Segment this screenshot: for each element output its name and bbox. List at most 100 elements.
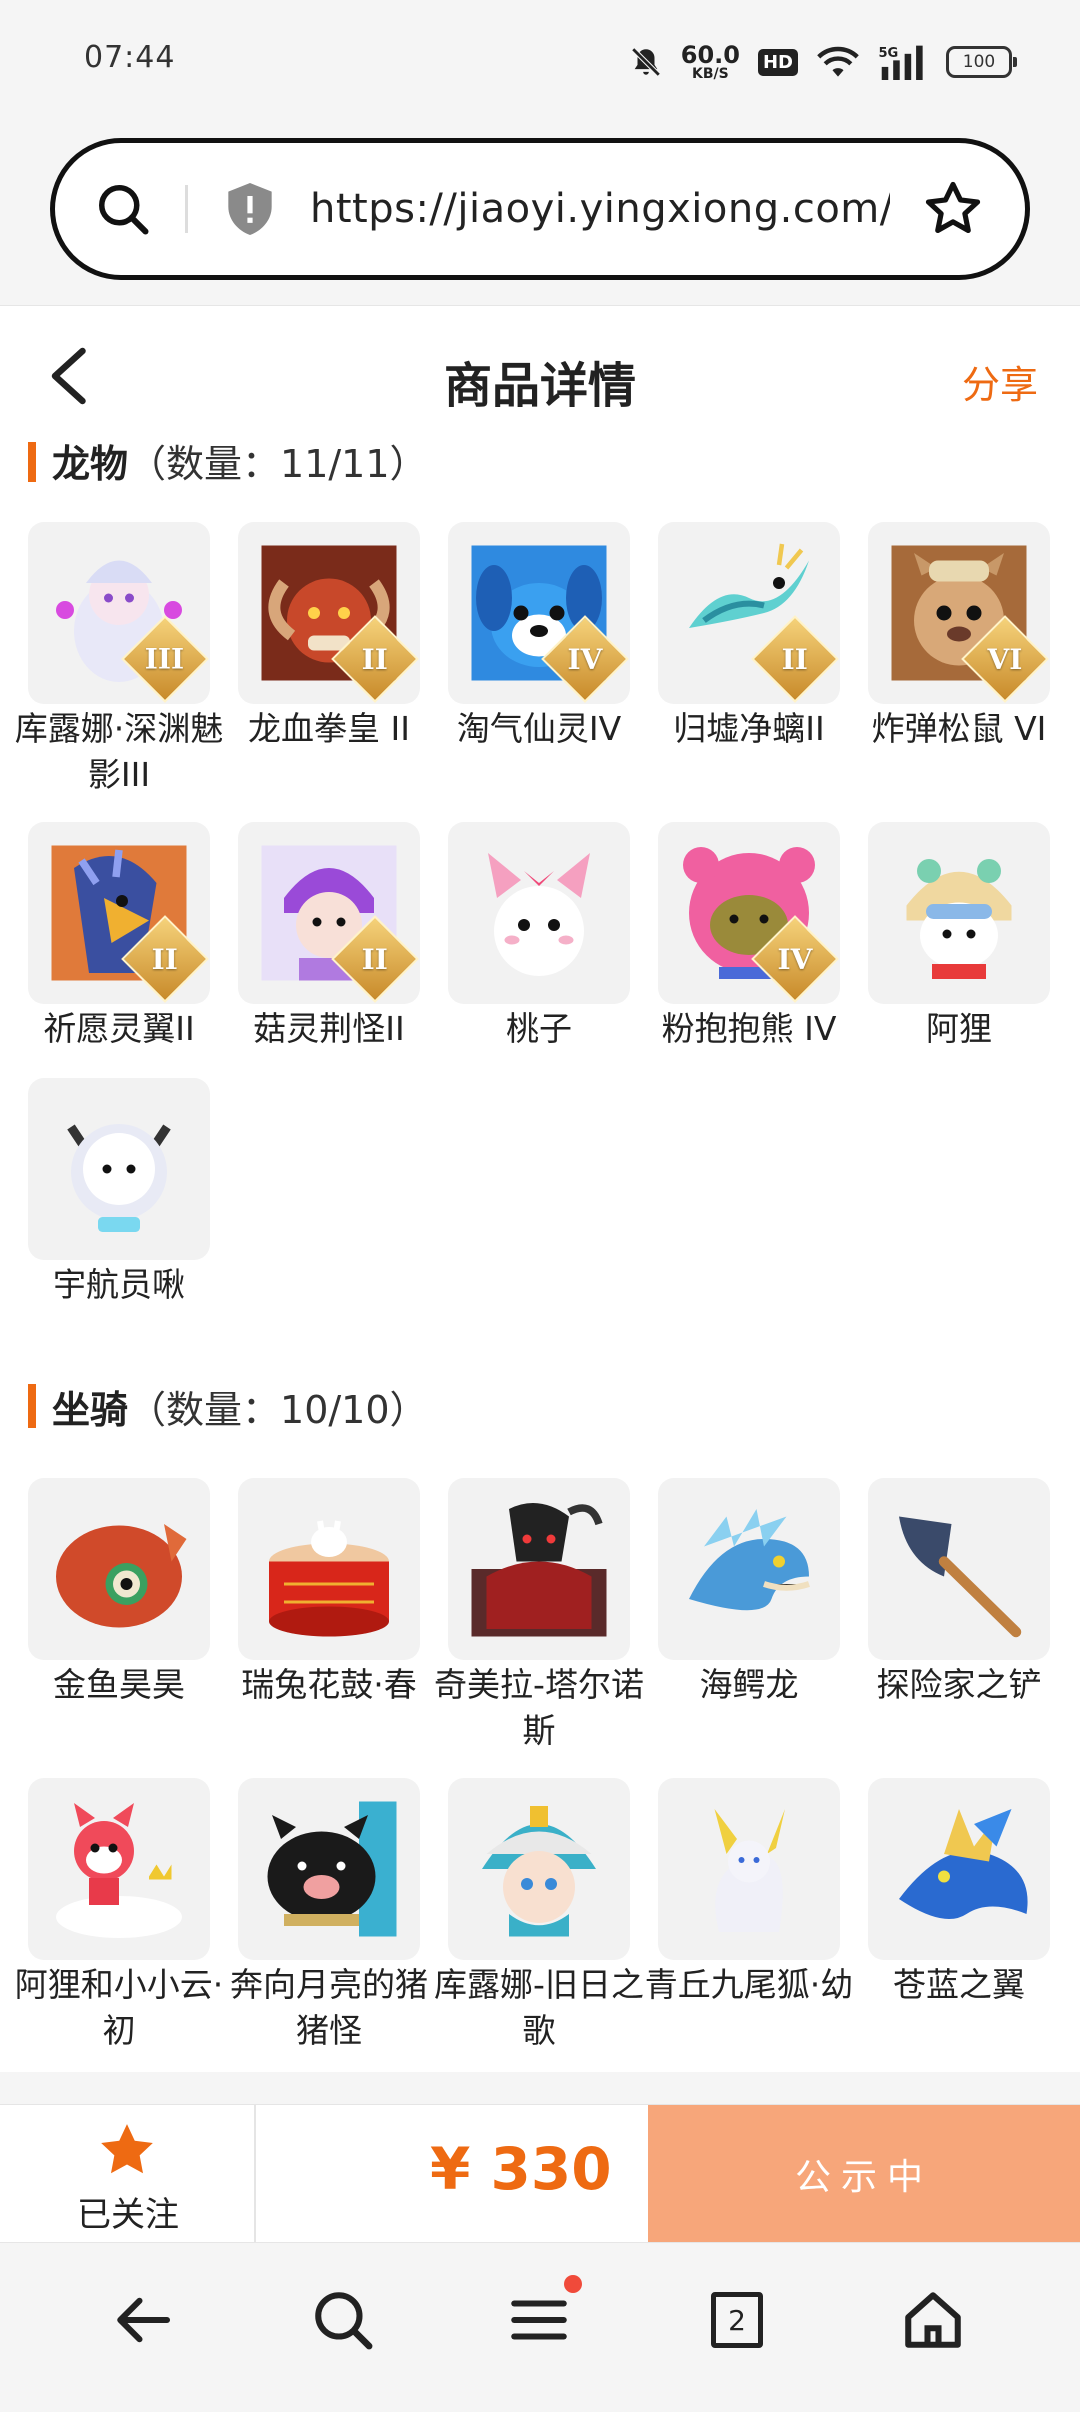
mount-name: 瑞兔花鼓·春 — [241, 1665, 417, 1704]
page-header: 商品详情 分享 — [0, 306, 1080, 442]
pet-image: IV — [448, 522, 630, 704]
mount-item[interactable]: 金鱼昊昊 — [28, 1478, 212, 1708]
follow-button[interactable]: 已关注 — [0, 2105, 256, 2243]
svg-text:5G: 5G — [878, 46, 898, 61]
address-bar[interactable]: https://jiaoyi.yingxiong.com/g ... — [50, 138, 1030, 280]
mount-name: 阿狸和小小云·初 — [14, 1965, 224, 2050]
mount-image — [658, 1478, 840, 1660]
status-time: 07:44 — [84, 40, 176, 75]
mount-image — [28, 1778, 210, 1960]
pet-image: II — [238, 822, 420, 1004]
pet-name: 库露娜·深渊魅影III — [14, 709, 224, 794]
mount-name: 奇美拉-塔尔诺斯 — [434, 1665, 644, 1750]
pet-name: 桃子 — [506, 1009, 572, 1048]
pet-name: 菇灵荆怪II — [253, 1009, 405, 1048]
pet-item[interactable]: IV 粉抱抱熊 IV — [658, 822, 842, 1052]
home-icon — [905, 2292, 961, 2348]
pet-item[interactable]: 阿狸 — [868, 822, 1052, 1052]
pet-image: II — [238, 522, 420, 704]
address-divider — [185, 185, 188, 233]
mount-item[interactable]: 青丘九尾狐·幼 — [645, 1778, 853, 2008]
section-accent-bar — [28, 1384, 36, 1428]
url-text[interactable]: https://jiaoyi.yingxiong.com/g ... — [310, 186, 890, 232]
pet-image: III — [28, 522, 210, 704]
net-speed: 60.0 KB/S — [681, 43, 740, 81]
mount-item[interactable]: 瑞兔花鼓·春 — [238, 1478, 422, 1708]
mount-name: 海鳄龙 — [699, 1665, 799, 1704]
pet-image: IV — [658, 822, 840, 1004]
pet-name: 阿狸 — [926, 1009, 992, 1048]
mount-item[interactable]: 奇美拉-塔尔诺斯 — [434, 1478, 644, 1754]
section-header-mounts: 坐骑 （数量：10/10） — [28, 1376, 428, 1436]
pet-image — [28, 1078, 210, 1260]
mount-image — [28, 1478, 210, 1660]
pet-image — [868, 822, 1050, 1004]
page-title: 商品详情 — [443, 358, 636, 414]
nav-search-button[interactable] — [306, 2283, 380, 2357]
section-count: （数量：11/11） — [128, 442, 428, 486]
tabs-count-icon: 2 — [711, 2292, 763, 2348]
status-icons: 60.0 KB/S HD 5G 100 — [629, 34, 1017, 90]
mount-name: 金鱼昊昊 — [53, 1665, 185, 1704]
pet-item[interactable]: VI 炸弹松鼠 VI — [868, 522, 1052, 752]
arrow-left-icon — [117, 2297, 171, 2343]
mount-item[interactable]: 库露娜-旧日之歌 — [434, 1778, 644, 2054]
mount-item[interactable]: 奔向月亮的猪猪怪 — [230, 1778, 428, 2054]
public-notice-button[interactable]: 公示中 — [648, 2105, 1080, 2243]
mount-image — [448, 1778, 630, 1960]
mount-image — [238, 1478, 420, 1660]
share-button[interactable]: 分享 — [962, 354, 1038, 409]
mount-image — [658, 1778, 840, 1960]
pet-item[interactable]: II 归墟净螭II — [658, 522, 842, 752]
mount-name: 青丘九尾狐·幼 — [644, 1965, 854, 2004]
purchase-action-bar: 已关注 ¥ 330 公示中 — [0, 2104, 1080, 2243]
nav-home-button[interactable] — [896, 2283, 970, 2357]
pet-item[interactable]: II 菇灵荆怪II — [238, 822, 422, 1052]
mount-name: 探险家之铲 — [876, 1665, 1042, 1704]
pet-name: 宇航员啾 — [53, 1265, 185, 1304]
nav-back-button[interactable] — [108, 2283, 182, 2357]
pet-name: 龙血拳皇 II — [248, 709, 410, 748]
mount-item[interactable]: 阿狸和小小云·初 — [15, 1778, 223, 2054]
pet-item[interactable]: 宇航员啾 — [28, 1078, 212, 1308]
mute-icon — [631, 47, 661, 77]
section-header-pets: 龙物 （数量：11/11） — [28, 442, 428, 490]
pet-item[interactable]: II 龙血拳皇 II — [238, 522, 422, 752]
mount-image — [868, 1478, 1050, 1660]
net-speed-value: 60.0 — [680, 41, 740, 69]
signal-5g-icon: 5G — [878, 45, 923, 80]
pet-item[interactable]: II 祈愿灵翼II — [28, 822, 212, 1052]
mount-item[interactable]: 海鳄龙 — [658, 1478, 842, 1708]
pet-image: VI — [868, 522, 1050, 704]
follow-label: 已关注 — [77, 2195, 179, 2235]
pet-name: 祈愿灵翼II — [43, 1009, 195, 1048]
mount-name: 奔向月亮的猪猪怪 — [230, 1965, 428, 2050]
net-speed-unit: KB/S — [692, 66, 729, 82]
bookmark-star-icon[interactable] — [922, 178, 984, 240]
nav-menu-button[interactable] — [502, 2275, 582, 2357]
pet-item[interactable]: 桃子 — [448, 822, 632, 1052]
pet-item[interactable]: IV 淘气仙灵IV — [448, 522, 632, 752]
section-count: （数量：10/10） — [128, 1387, 428, 1432]
pet-name: 归墟净螭II — [673, 709, 825, 748]
mount-item[interactable]: 苍蓝之翼 — [868, 1778, 1052, 2008]
nav-tabs-button[interactable]: 2 — [700, 2283, 774, 2357]
pet-name: 粉抱抱熊 IV — [661, 1009, 837, 1048]
pet-item[interactable]: III 库露娜·深渊魅影III — [15, 522, 223, 798]
shield-icon[interactable] — [224, 180, 276, 238]
search-icon[interactable] — [93, 179, 153, 239]
menu-icon — [511, 2300, 567, 2340]
mount-image — [448, 1478, 630, 1660]
browser-toolbar: https://jiaoyi.yingxiong.com/g ... — [0, 120, 1080, 306]
pet-image: II — [658, 522, 840, 704]
pet-name: 淘气仙灵IV — [456, 709, 622, 748]
mount-name: 苍蓝之翼 — [893, 1965, 1025, 2004]
mount-image — [868, 1778, 1050, 1960]
mount-item[interactable]: 探险家之铲 — [868, 1478, 1052, 1708]
mount-image — [238, 1778, 420, 1960]
section-title: 龙物 — [52, 442, 129, 486]
pet-name: 炸弹松鼠 VI — [871, 709, 1047, 748]
product-detail-content[interactable]: 龙物 （数量：11/11） III 库露娜·深渊魅影III II 龙血拳皇 II… — [0, 442, 1080, 2072]
star-filled-icon — [101, 2124, 153, 2174]
notification-dot — [564, 2275, 582, 2293]
